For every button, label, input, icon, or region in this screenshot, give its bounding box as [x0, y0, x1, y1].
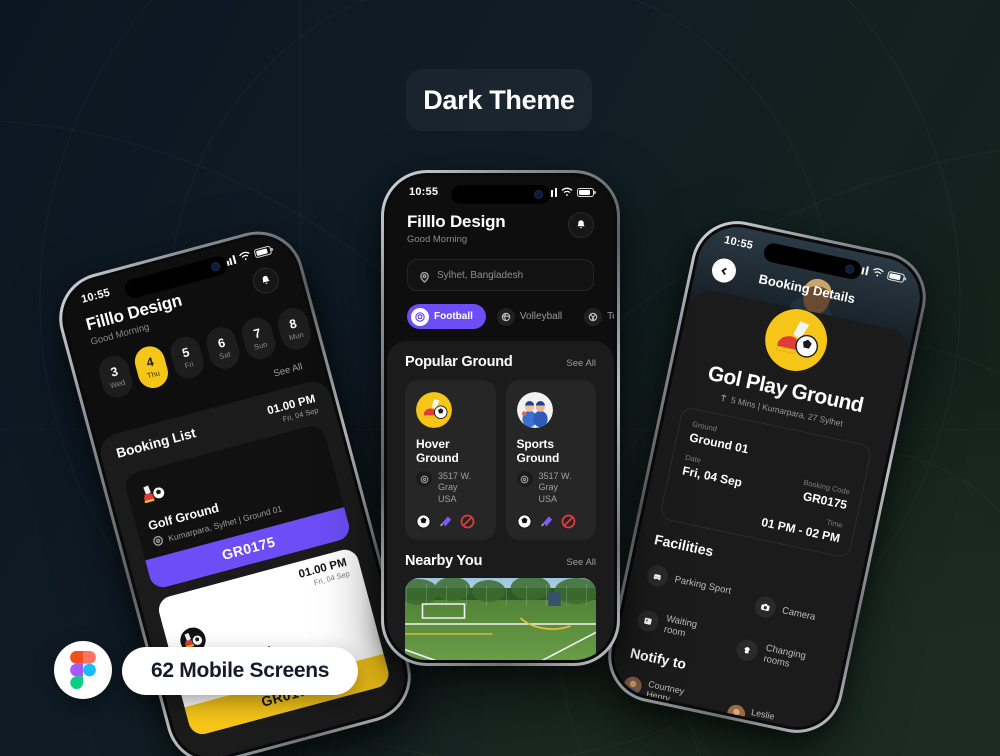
facility-label: Waiting room [662, 613, 699, 640]
volleyball-icon [496, 307, 515, 326]
nearby-you-header: Nearby You See All [405, 553, 596, 569]
car-icon [645, 563, 670, 589]
ground-sport-icons [416, 514, 485, 529]
ground-card-hover-ground[interactable]: Hover Ground 3517 W. Gray USA [405, 380, 496, 540]
football-icon [516, 514, 532, 529]
bell-icon[interactable] [249, 264, 282, 297]
boot-ball-icon [143, 485, 166, 504]
see-all-link[interactable]: See All [566, 358, 596, 369]
see-all-link[interactable]: See All [272, 361, 303, 379]
football-icon [411, 307, 429, 326]
date-weekday: Sat [218, 349, 232, 362]
ground-card-sports-ground[interactable]: Sports Ground 3517 W. Gray USA [505, 380, 596, 540]
football-icon [416, 514, 431, 529]
camera-lens-icon [844, 263, 856, 275]
badminton-icon [439, 516, 452, 526]
phone-center-home: 10:55 Filllo Design Good Morning Sylhet,… [381, 170, 620, 666]
chip-label: Football [434, 311, 473, 322]
mobile-screens-label: 62 Mobile Screens [151, 659, 330, 682]
futsal-pitch-photo [405, 577, 596, 660]
date-weekday: Sun [252, 339, 269, 352]
restricted-icon [460, 514, 475, 529]
sport-filter-chips[interactable]: Football Volleyball Tennis [407, 304, 614, 329]
figma-logo-badge [54, 641, 112, 699]
wifi-icon [561, 187, 573, 196]
players-avatar [516, 392, 553, 428]
badminton-icon [540, 516, 552, 526]
ground-address: 3517 W. Gray USA [538, 471, 572, 504]
wifi-icon [873, 268, 884, 277]
home-content-sheet: Popular Ground See All Hover Ground 3517… [387, 341, 614, 660]
date-day: 3 [109, 364, 120, 380]
popular-ground-header: Popular Ground See All [405, 354, 596, 370]
nearby-card-futsal-grow[interactable]: Futsal Grow 3517 W. Gray USA, Sylhet 6 k [405, 577, 596, 660]
app-greeting: Good Morning [407, 234, 468, 245]
ground-address: 3517 W. Gray USA [438, 471, 472, 504]
search-input[interactable]: Sylhet, Bangladesh [407, 259, 594, 291]
battery-icon [577, 187, 596, 197]
search-placeholder: Sylhet, Bangladesh [437, 269, 524, 281]
chip-tennis[interactable]: Tennis [580, 304, 614, 329]
tennis-icon [584, 307, 603, 326]
restricted-icon [561, 514, 575, 529]
dynamic-island [450, 185, 551, 204]
center-app-header: Filllo Design Good Morning [387, 198, 614, 245]
date-weekday: Wed [109, 377, 127, 391]
distance-icon [721, 394, 727, 402]
boot-ball-avatar [765, 309, 828, 372]
status-time: 10:55 [409, 186, 439, 198]
location-pin-icon [516, 471, 533, 487]
facility-label: Camera [780, 605, 817, 623]
dark-theme-label: Dark Theme [423, 84, 575, 115]
facility-label: Changing rooms [762, 642, 807, 670]
date-weekday: Fri [183, 359, 195, 371]
popular-ground-cards: Hover Ground 3517 W. Gray USA Sports Gro… [405, 380, 596, 540]
chip-label: Volleyball [519, 311, 563, 322]
section-title: Popular Ground [405, 354, 513, 370]
ground-name: Hover Ground [416, 437, 459, 465]
date-day: 4 [144, 354, 156, 371]
date-weekday: Thu [145, 368, 161, 381]
date-day: 6 [216, 335, 227, 351]
figma-logo-icon [70, 651, 96, 689]
see-all-link[interactable]: See All [566, 557, 596, 568]
location-pin-icon [151, 534, 164, 547]
facility-label: Parking Sport [673, 574, 733, 597]
app-title: Filllo Design [407, 212, 506, 231]
booking-list-title: Booking List [114, 425, 198, 461]
date-weekday: Mun [288, 329, 305, 343]
battery-icon [886, 270, 906, 283]
facility-parking: Parking Sport [643, 556, 734, 610]
mobile-screens-badge: 62 Mobile Screens [122, 647, 359, 695]
chip-label: Tennis [607, 311, 614, 322]
facility-waiting-room: Waiting room [634, 600, 718, 653]
date-day: 5 [180, 345, 192, 361]
boot-ball-avatar [416, 392, 452, 428]
camera-icon [752, 594, 778, 620]
location-pin-icon [419, 270, 430, 283]
wifi-icon [239, 251, 250, 261]
section-title: Nearby You [405, 552, 483, 569]
facility-camera: Camera [752, 594, 818, 627]
location-pin-icon [416, 471, 432, 487]
camera-lens-icon [534, 190, 544, 199]
bell-icon[interactable] [568, 212, 594, 238]
sofa-icon [635, 607, 661, 633]
ground-sport-icons [516, 514, 586, 529]
date-day: 8 [287, 316, 299, 332]
chip-volleyball[interactable]: Volleyball [493, 304, 573, 329]
camera-lens-icon [209, 261, 221, 273]
shirt-icon [735, 637, 761, 663]
chip-football[interactable]: Football [407, 304, 486, 329]
booking-info-box: Ground Ground 01 Date Fri, 04 Sep Bookin… [659, 405, 873, 559]
date-day: 7 [252, 325, 263, 342]
dark-theme-badge: Dark Theme [406, 69, 592, 131]
ground-name: Sports Ground [516, 437, 560, 465]
